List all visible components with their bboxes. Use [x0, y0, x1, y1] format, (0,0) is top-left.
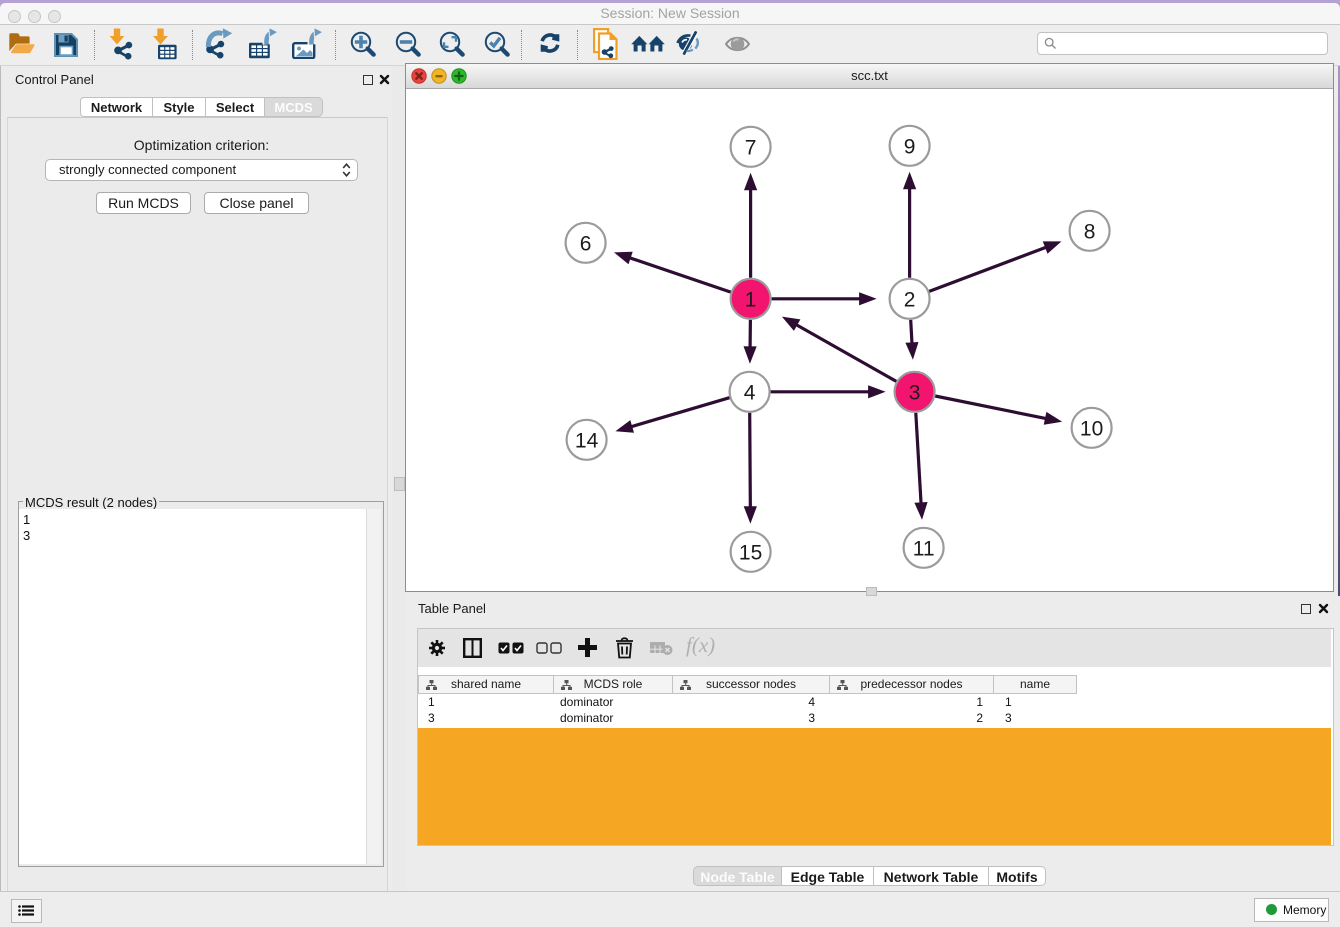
svg-text:10: 10 — [1080, 417, 1103, 440]
svg-text:7: 7 — [745, 136, 757, 159]
svg-text:4: 4 — [744, 381, 756, 404]
svg-text:2: 2 — [904, 288, 916, 311]
svg-text:1: 1 — [745, 288, 757, 311]
svg-text:15: 15 — [739, 541, 762, 564]
svg-text:8: 8 — [1084, 220, 1096, 243]
svg-text:14: 14 — [575, 429, 599, 452]
svg-text:3: 3 — [909, 381, 921, 404]
svg-text:9: 9 — [904, 135, 916, 158]
svg-text:6: 6 — [580, 232, 592, 255]
svg-text:11: 11 — [913, 537, 935, 560]
